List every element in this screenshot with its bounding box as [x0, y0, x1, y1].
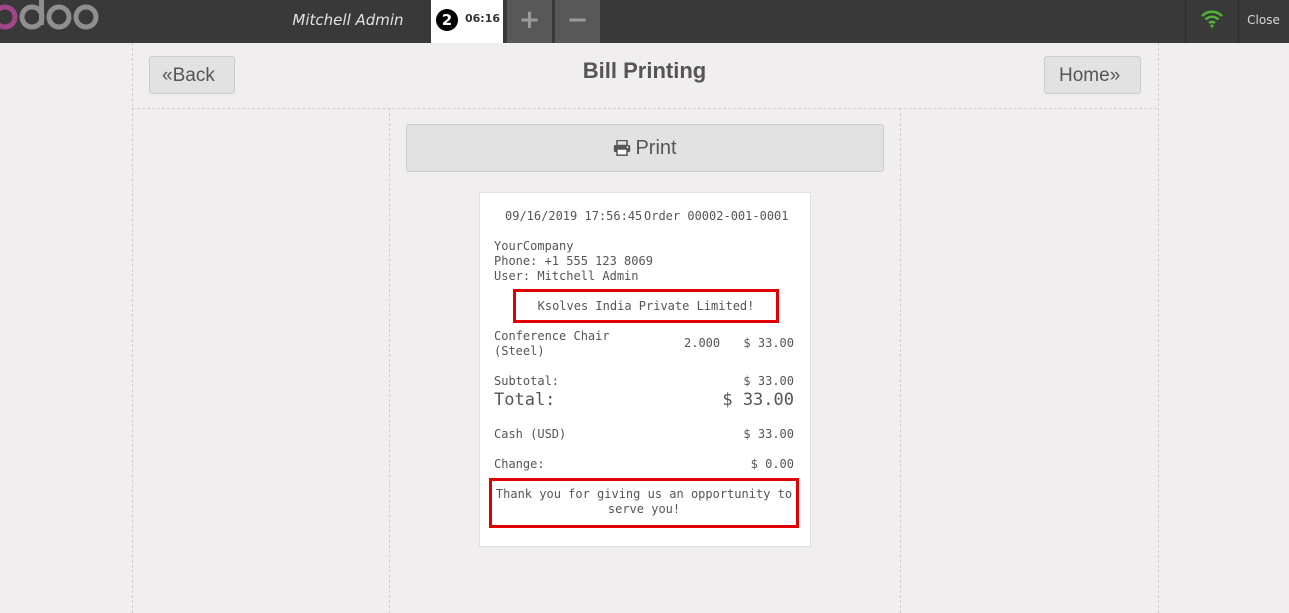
order-number-badge: 2 — [436, 9, 458, 31]
company-phone: Phone: +1 555 123 8069 — [494, 254, 653, 268]
receipt: 09/16/2019 17:56:45 Order 00002-001-0001… — [479, 192, 811, 547]
close-button[interactable]: Close — [1238, 0, 1289, 43]
home-label: Home — [1059, 65, 1110, 86]
top-bar: Mitchell Admin 2 06:16 + − Close — [0, 0, 1289, 43]
minus-icon: − — [566, 5, 589, 35]
company-name: YourCompany — [494, 239, 574, 253]
receipt-footer-line2: serve you! — [607, 502, 681, 516]
order-time: 06:16 — [465, 12, 501, 25]
receipt-date: 09/16/2019 17:56:45 — [505, 209, 643, 223]
order-tab-active[interactable]: 2 06:16 — [431, 0, 503, 43]
double-chevron-right-icon: » — [1109, 65, 1121, 86]
payment-value: $ 33.00 — [743, 427, 794, 441]
add-order-button[interactable]: + — [507, 0, 552, 43]
column-divider-right — [900, 108, 901, 613]
plus-icon: + — [518, 5, 541, 35]
line-price: $ 33.00 — [743, 336, 794, 350]
change-label: Change: — [494, 457, 545, 471]
line-quantity: 2.000 — [684, 336, 721, 350]
receipt-order-ref: Order 00002-001-0001 — [644, 209, 789, 223]
print-button[interactable]: Print — [406, 124, 884, 172]
receipt-header-note: Ksolves India Private Limited! — [537, 299, 755, 313]
total-label: Total: — [494, 390, 556, 410]
home-button[interactable]: Home» — [1044, 56, 1141, 94]
header-divider — [132, 108, 1157, 109]
payment-label: Cash (USD) — [494, 427, 567, 441]
odoo-logo — [0, 0, 99, 30]
total-value: $ 33.00 — [722, 390, 794, 410]
change-value: $ 0.00 — [750, 457, 794, 471]
subtotal-value: $ 33.00 — [743, 374, 794, 388]
connection-status[interactable] — [1185, 0, 1239, 43]
line-product-variant: (Steel) — [494, 344, 545, 358]
line-product-name: Conference Chair — [494, 329, 610, 343]
remove-order-button[interactable]: − — [555, 0, 600, 43]
cashier-name[interactable]: Mitchell Admin — [276, 0, 420, 43]
receipt-user: User: Mitchell Admin — [494, 269, 639, 283]
subtotal-label: Subtotal: — [494, 374, 560, 388]
wifi-icon — [1201, 10, 1223, 28]
printer-icon — [614, 139, 631, 156]
column-divider-left — [389, 108, 390, 613]
print-label: Print — [635, 137, 677, 159]
receipt-footer-line1: Thank you for giving us an opportunity t… — [495, 487, 793, 501]
